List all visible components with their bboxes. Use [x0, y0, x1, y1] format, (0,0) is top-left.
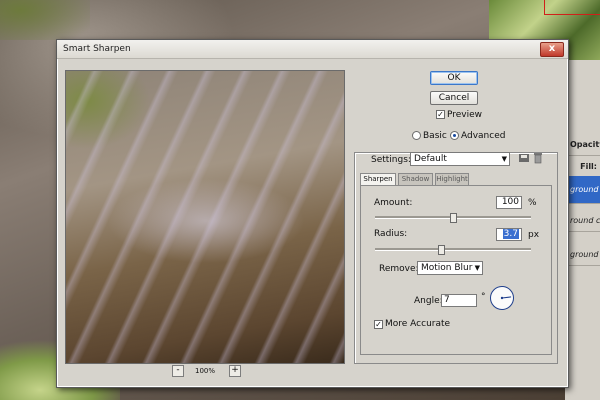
chevron-down-icon: ▼ — [474, 264, 480, 272]
angle-label: Angle: — [414, 296, 443, 306]
amount-unit: % — [528, 198, 537, 208]
remove-dropdown[interactable]: Motion Blur ▼ — [417, 261, 483, 275]
plus-icon: + — [231, 365, 239, 375]
amount-label: Amount: — [374, 198, 413, 208]
preview-checkbox[interactable]: ✓ — [436, 110, 445, 119]
layer-item[interactable]: ground — [566, 244, 600, 266]
tab-highlight[interactable]: Highlight — [435, 173, 469, 185]
ok-button[interactable]: OK — [430, 71, 478, 85]
layer-item[interactable]: ground co — [566, 176, 600, 204]
tab-shadow[interactable]: Shadow — [398, 173, 433, 185]
chevron-down-icon: ▼ — [501, 155, 507, 163]
layer-item[interactable]: round cop — [566, 210, 600, 232]
amount-slider-thumb[interactable] — [450, 213, 457, 223]
layer-fill-label: Fill: — [566, 156, 600, 178]
angle-needle — [501, 296, 512, 299]
preview-image[interactable] — [65, 70, 345, 364]
radius-unit: px — [528, 230, 540, 240]
settings-label: Settings: — [371, 155, 411, 165]
close-button[interactable]: x — [540, 42, 564, 57]
remove-label: Remove: — [379, 264, 419, 274]
advanced-mode-label: Advanced — [461, 131, 506, 141]
cancel-button[interactable]: Cancel — [430, 91, 478, 105]
radius-label: Radius: — [374, 229, 408, 239]
settings-value: Default — [414, 154, 447, 164]
remove-value: Motion Blur — [421, 263, 473, 273]
tab-bar: Sharpen Shadow Highlight — [360, 173, 552, 185]
basic-mode-label: Basic — [423, 131, 447, 141]
angle-input[interactable]: 7 — [441, 294, 477, 307]
save-settings-icon[interactable] — [518, 152, 530, 164]
checkmark-icon: ✓ — [375, 320, 382, 329]
radius-slider-thumb[interactable] — [437, 245, 445, 255]
close-icon: x — [548, 43, 556, 54]
more-accurate-checkbox[interactable]: ✓ — [374, 320, 383, 329]
background-leaf-top — [0, 0, 90, 40]
minus-icon: - — [176, 365, 180, 375]
radius-slider[interactable] — [375, 245, 531, 255]
radius-input[interactable]: 3.7 — [496, 228, 522, 241]
dialog-titlebar[interactable]: Smart Sharpen x — [57, 40, 568, 59]
advanced-mode-radio[interactable] — [450, 131, 459, 140]
angle-dial[interactable] — [490, 286, 514, 310]
amount-input[interactable]: 100 — [496, 196, 522, 209]
basic-mode-radio[interactable] — [412, 131, 421, 140]
settings-dropdown[interactable]: Default ▼ — [410, 152, 510, 166]
dialog-title: Smart Sharpen — [63, 44, 131, 54]
radius-value: 3.7 — [502, 229, 519, 239]
layer-opacity-label: Opacity: — [566, 134, 600, 156]
trash-icon[interactable] — [533, 152, 543, 164]
smart-sharpen-dialog: Smart Sharpen x - 100% + OK Cancel ✓ Pre… — [56, 39, 569, 388]
angle-unit: ° — [481, 292, 486, 302]
zoom-out-button[interactable]: - — [172, 365, 184, 377]
tab-sharpen[interactable]: Sharpen — [360, 173, 396, 185]
navigator-view-frame[interactable] — [544, 0, 600, 15]
zoom-level: 100% — [195, 367, 216, 375]
checkmark-icon: ✓ — [437, 110, 444, 119]
preview-label: Preview — [447, 110, 483, 120]
more-accurate-label: More Accurate — [385, 319, 451, 329]
zoom-in-button[interactable]: + — [229, 365, 241, 377]
amount-slider[interactable] — [375, 213, 531, 223]
